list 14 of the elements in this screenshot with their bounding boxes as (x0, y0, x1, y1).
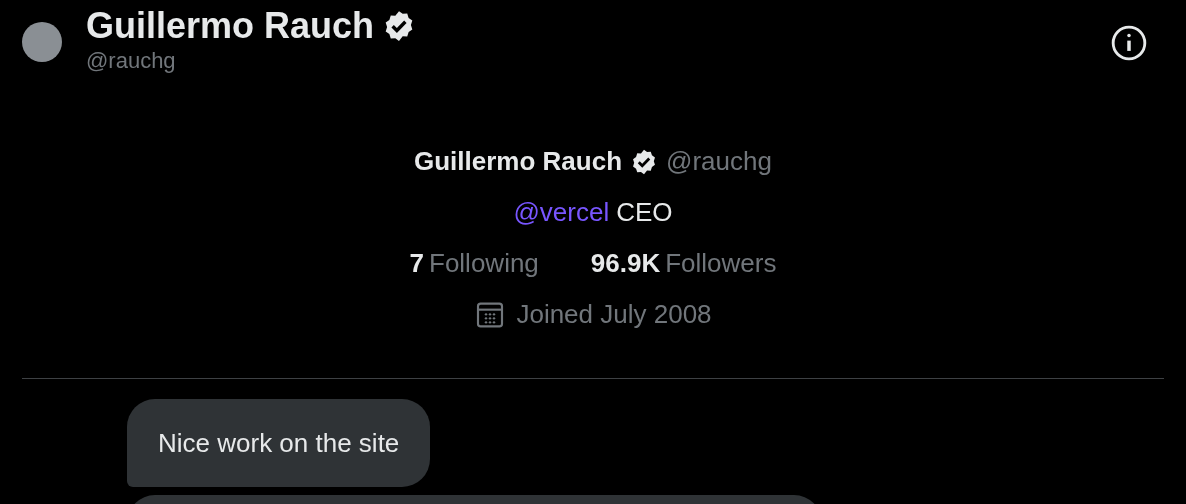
stat-label[interactable]: Followers (665, 244, 777, 283)
stat-count: 7 (409, 247, 424, 280)
avatar[interactable] (22, 22, 62, 62)
info-icon[interactable] (1110, 24, 1148, 62)
profile-name: Guillermo Rauch (414, 145, 623, 178)
bio-text: CEO (616, 196, 673, 229)
joined-date: Joined July 2008 (516, 298, 712, 331)
profile-name: Guillermo Rauch (86, 4, 375, 48)
profile-handle: @rauchg (666, 145, 772, 178)
stat-count: 96.9K (590, 247, 661, 280)
stat-label[interactable]: Following (429, 244, 539, 283)
profile-handle: @rauchg (86, 48, 177, 74)
message-bubble: Nice work on the site (127, 399, 431, 487)
mention-link[interactable]: @vercel (513, 193, 610, 232)
